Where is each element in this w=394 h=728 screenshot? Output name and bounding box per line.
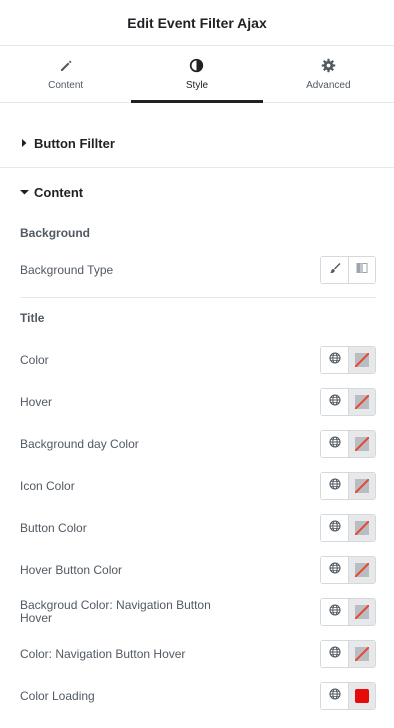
tab-content-label: Content [48,79,84,91]
global-colors-button[interactable] [321,515,348,541]
color-swatch-button[interactable] [348,683,375,709]
global-colors-button[interactable] [321,557,348,583]
color-swatch-button[interactable] [348,473,375,499]
color-loading-control: Color Loading [0,675,394,717]
tab-advanced-label: Advanced [306,79,351,91]
globe-icon [328,687,341,705]
color-picker [320,346,376,374]
button-color-label: Button Color [20,520,87,535]
background-type-choices [320,256,376,284]
color-picker [320,514,376,542]
color-control: Color [0,339,394,381]
color-swatch-button[interactable] [348,515,375,541]
background-day-color-label: Background day Color [20,436,139,451]
globe-icon [328,561,341,579]
section-content[interactable]: Content [0,168,394,216]
globe-icon [328,351,341,369]
page-title: Edit Event Filter Ajax [127,14,267,31]
globe-icon [328,645,341,663]
global-colors-button[interactable] [321,473,348,499]
globe-icon [328,603,341,621]
empty-color-swatch [355,563,369,577]
globe-icon [328,477,341,495]
color-picker [320,640,376,668]
global-colors-button[interactable] [321,683,348,709]
gradient-icon [356,261,368,279]
color-swatch-button[interactable] [348,641,375,667]
empty-color-swatch [355,479,369,493]
color-swatch-button[interactable] [348,389,375,415]
caret-right-icon [20,139,34,147]
tab-content[interactable]: Content [0,46,131,102]
globe-icon [328,435,341,453]
section-button-filter-title: Button Fillter [34,135,115,151]
color-swatch-button[interactable] [348,431,375,457]
empty-color-swatch [355,437,369,451]
nav-button-hover-background-control: Backgroud Color: Navigation Button Hover [0,591,394,633]
empty-color-swatch [355,521,369,535]
global-colors-button[interactable] [321,347,348,373]
background-classic-button[interactable] [321,257,348,283]
globe-icon [328,519,341,537]
color-picker [320,556,376,584]
hover-button-color-control: Hover Button Color [0,549,394,591]
red-color-swatch [355,689,369,703]
color-picker [320,388,376,416]
empty-color-swatch [355,395,369,409]
tab-style[interactable]: Style [131,46,263,103]
title-controls: Color Hover Background day Color Icon Co… [0,339,394,717]
color-control-label: Color [20,352,49,367]
contrast-icon [189,58,205,74]
panel-header: Edit Event Filter Ajax [0,0,394,46]
tab-bar: Content Style Advanced [0,46,394,103]
nav-button-hover-color-control: Color: Navigation Button Hover [0,633,394,675]
empty-color-swatch [355,647,369,661]
tab-advanced[interactable]: Advanced [263,46,394,102]
caret-down-icon [20,188,34,196]
color-picker [320,598,376,626]
global-colors-button[interactable] [321,431,348,457]
background-type-control: Background Type [0,249,394,291]
title-heading: Title [20,311,45,325]
background-type-label: Background Type [20,262,114,277]
globe-icon [328,393,341,411]
global-colors-button[interactable] [321,599,348,625]
color-loading-label: Color Loading [20,688,95,703]
hover-color-label: Hover [20,394,53,409]
hover-color-control: Hover [0,381,394,423]
color-picker [320,430,376,458]
color-swatch-button[interactable] [348,347,375,373]
hover-button-color-label: Hover Button Color [20,562,123,577]
icon-color-label: Icon Color [20,478,75,493]
color-picker [320,682,376,710]
nav-button-hover-background-label: Backgroud Color: Navigation Button Hover [20,598,211,625]
color-swatch-button[interactable] [348,599,375,625]
tab-style-label: Style [185,79,209,91]
global-colors-button[interactable] [321,389,348,415]
button-color-control: Button Color [0,507,394,549]
pencil-icon [58,58,74,74]
background-heading: Background [20,226,91,240]
background-day-color-control: Background day Color [0,423,394,465]
nav-button-hover-color-label: Color: Navigation Button Hover [20,646,186,661]
empty-color-swatch [355,605,369,619]
section-button-filter[interactable]: Button Fillter [0,119,394,167]
global-colors-button[interactable] [321,641,348,667]
icon-color-control: Icon Color [0,465,394,507]
brush-icon [329,261,341,279]
empty-color-swatch [355,353,369,367]
group-divider [20,297,376,298]
color-picker [320,472,376,500]
section-content-title: Content [34,184,84,200]
background-gradient-button[interactable] [348,257,375,283]
gear-icon [320,58,336,74]
color-swatch-button[interactable] [348,557,375,583]
